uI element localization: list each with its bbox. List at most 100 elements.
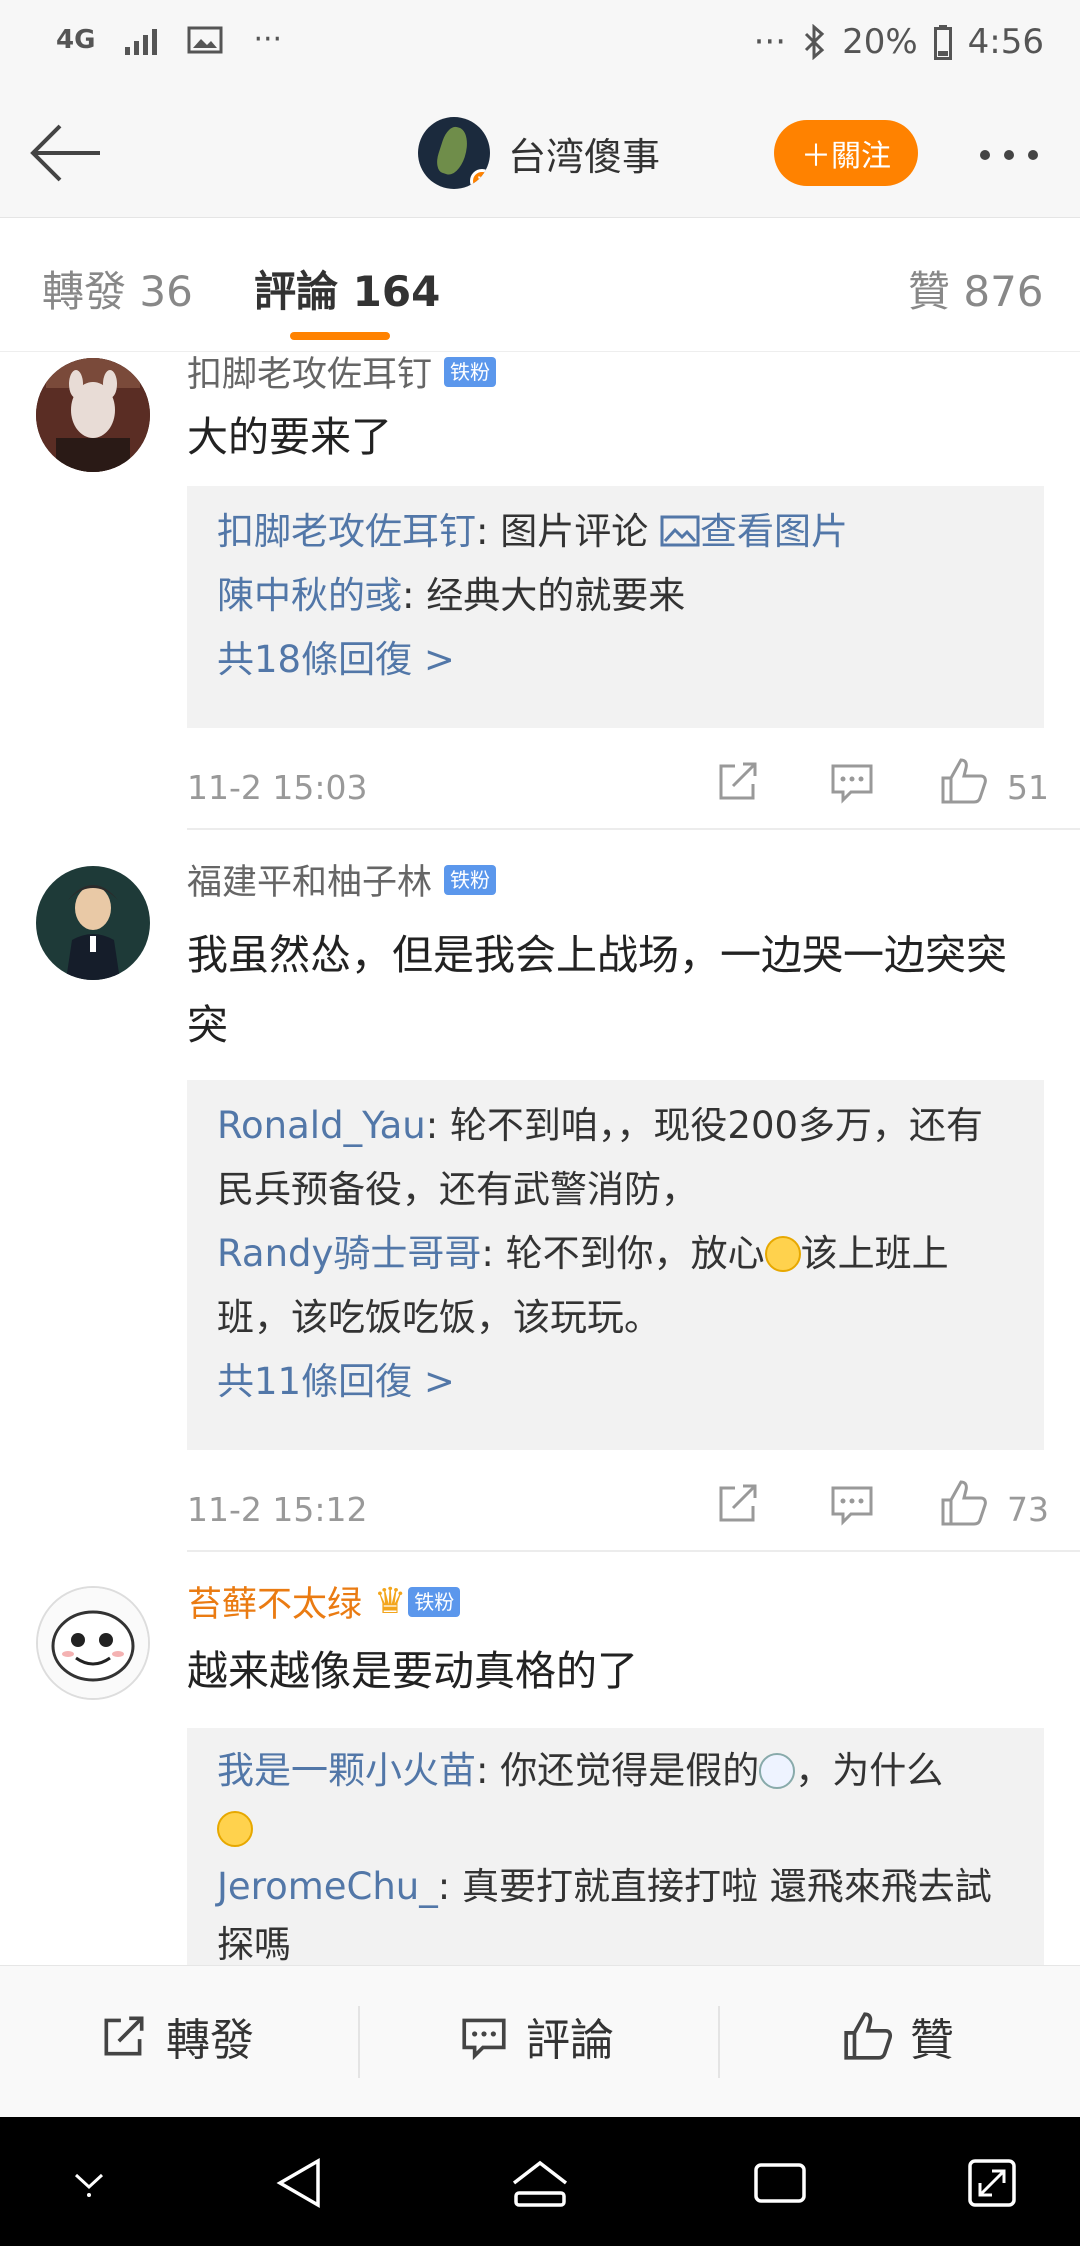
reply-text-continued: ，为什么 (795, 1749, 944, 1792)
reply-username[interactable]: Randy骑士哥哥 (217, 1232, 481, 1275)
divider (187, 828, 1080, 830)
comment-username[interactable]: 福建平和柚子林 铁粉 (187, 854, 497, 905)
like-icon[interactable] (939, 756, 989, 806)
tab-likes[interactable]: 贊 876 (908, 258, 1044, 319)
like-button[interactable]: 贊 (842, 2004, 954, 2068)
repost-button[interactable]: 轉發 (98, 2004, 254, 2068)
divider (187, 1550, 1080, 1552)
active-tab-indicator (290, 332, 390, 340)
repost-label: 轉發 (166, 2015, 254, 2066)
reply-username[interactable]: Ronald_Yau (217, 1104, 426, 1147)
avatar-image (36, 866, 150, 980)
comment-text: 我虽然怂，但是我会上战场，一边哭一边突突突 (187, 931, 1007, 1049)
recent-apps-icon[interactable] (750, 2155, 810, 2211)
drooling-emoji-icon (764, 1236, 801, 1272)
reply-line: Randy骑士哥哥: 轮不到你，放心 该上班上班，该吃饭吃饭，该玩玩。 (217, 1232, 949, 1339)
more-notifications-icon: ··· (253, 22, 283, 57)
back-nav-icon[interactable] (272, 2155, 328, 2211)
like-count: 73 (1007, 1490, 1049, 1529)
thumbs-up-icon (844, 2012, 893, 2060)
avatar-image (36, 358, 150, 472)
like-count: 51 (1007, 768, 1049, 807)
fan-badge: 铁粉 (408, 1586, 461, 1617)
hide-keyboard-icon[interactable] (66, 2155, 112, 2205)
reply-icon[interactable] (827, 1478, 877, 1528)
reply-text: 经典大的就要来 (426, 574, 686, 617)
back-arrow-icon[interactable] (26, 118, 106, 188)
reply-preview[interactable]: Ronald_Yau: 轮不到咱，，现役200多万，还有民兵预备役，还有武警消防… (187, 1080, 1044, 1450)
comment-item: 苔藓不太绿 ♛ 铁粉 越来越像是要动真格的了 我是一颗小火苗: 你还觉得是假的，… (0, 1580, 1080, 1965)
account-name[interactable]: 台湾傻事 (508, 126, 660, 181)
fan-badge: 铁粉 (444, 864, 497, 895)
tab-bar: 轉發 36 評論 164 贊 876 (0, 218, 1080, 352)
comment-meta: 11-2 15:12 73 (187, 1478, 1049, 1538)
reply-text: 轮不到你，放心 (505, 1232, 765, 1275)
comment-username[interactable]: 扣脚老攻佐耳钉 铁粉 (187, 346, 497, 397)
view-image-link[interactable]: 查看图片 (700, 510, 848, 553)
reply-text: 你还觉得是假的 (500, 1749, 760, 1792)
status-dots-icon: ··· (753, 22, 787, 62)
status-bar: 4G ··· ··· 20% 4:56 (0, 0, 1080, 90)
comment-text: 大的要来了 (187, 413, 392, 461)
tab-comments[interactable]: 評論 164 (254, 258, 440, 319)
reply-line: JeromeChu_: 真要打就直接打啦 還飛來飛去試探嗎 (217, 1865, 992, 1965)
avatar[interactable] (36, 358, 150, 472)
reply-line: 陳中秋的彧: 经典大的就要来 (217, 574, 686, 617)
username-text[interactable]: 扣脚老攻佐耳钉 (187, 346, 432, 397)
battery-percent: 20% (842, 22, 918, 62)
shocked-emoji-icon (759, 1753, 796, 1789)
gallery-notification-icon (187, 26, 223, 53)
clock: 4:56 (967, 22, 1044, 62)
laughing-emoji-icon (217, 1811, 253, 1847)
tab-reposts[interactable]: 轉發 36 (42, 258, 193, 319)
reply-preview[interactable]: 扣脚老攻佐耳钉: 图片评论 查看图片 陳中秋的彧: 经典大的就要来 共18條回復… (187, 486, 1044, 728)
repost-icon (104, 2016, 144, 2056)
battery-icon (933, 25, 952, 60)
username-text[interactable]: 福建平和柚子林 (187, 854, 432, 905)
home-nav-icon[interactable] (508, 2155, 572, 2211)
share-icon[interactable] (713, 1478, 763, 1528)
reply-icon[interactable] (827, 756, 877, 806)
account-header[interactable]: v 台湾傻事 (418, 117, 660, 189)
avatar[interactable] (36, 1586, 150, 1700)
avatar[interactable] (36, 866, 150, 980)
username-text[interactable]: 苔藓不太绿 (187, 1580, 362, 1627)
reply-line: 我是一颗小火苗: 你还觉得是假的 ，为什么 (217, 1742, 1014, 1858)
verified-icon: v (470, 169, 490, 189)
reply-username[interactable]: 我是一颗小火苗 (217, 1749, 476, 1792)
like-label: 贊 (910, 2015, 954, 2066)
like-icon[interactable] (939, 1478, 989, 1528)
reply-username[interactable]: 陳中秋的彧 (217, 574, 402, 617)
view-all-replies-link[interactable]: 共11條回復 > (217, 1350, 1014, 1414)
network-indicator: 4G (56, 24, 96, 55)
comment-username[interactable]: 苔藓不太绿 ♛ 铁粉 (187, 1580, 461, 1627)
reply-line: 扣脚老攻佐耳钉: 图片评论 查看图片 (217, 510, 848, 553)
fan-badge: 铁粉 (444, 356, 497, 387)
view-all-replies-link[interactable]: 共18條回復 > (217, 628, 1014, 692)
comment-date: 11-2 15:12 (187, 1490, 368, 1529)
separator (358, 2006, 360, 2078)
comment-label: 評論 (526, 2015, 614, 2066)
top-navigation: v 台湾傻事 ＋關注 (0, 90, 1080, 218)
share-icon[interactable] (713, 756, 763, 806)
comment-icon (462, 2018, 506, 2061)
comment-date: 11-2 15:03 (187, 768, 368, 807)
follow-button[interactable]: ＋關注 (774, 120, 918, 186)
reply-line: Ronald_Yau: 轮不到咱，，现役200多万，还有民兵预备役，还有武警消防… (217, 1104, 984, 1211)
expand-icon[interactable] (964, 2155, 1020, 2211)
bottom-action-bar: 轉發 評論 贊 (0, 1965, 1080, 2117)
account-avatar[interactable]: v (418, 117, 490, 189)
more-options-icon[interactable] (980, 150, 1038, 160)
comment-button[interactable]: 評論 (458, 2004, 614, 2068)
image-icon[interactable] (660, 514, 700, 548)
signal-icon (125, 25, 158, 55)
system-navigation-bar (0, 2117, 1080, 2246)
reply-username[interactable]: JeromeChu_ (217, 1865, 438, 1908)
comment-item: 福建平和柚子林 铁粉 我虽然怂，但是我会上战场，一边哭一边突突突 Ronald_… (0, 858, 1080, 1558)
comment-text: 越来越像是要动真格的了 (187, 1647, 638, 1695)
separator (718, 2006, 720, 2078)
reply-username[interactable]: 扣脚老攻佐耳钉 (217, 510, 476, 553)
vip-crown-icon: ♛ (374, 1581, 407, 1622)
comment-item: 扣脚老攻佐耳钉 铁粉 大的要来了 扣脚老攻佐耳钉: 图片评论 查看图片 陳中秋的… (0, 352, 1080, 832)
reply-preview[interactable]: 我是一颗小火苗: 你还觉得是假的 ，为什么 JeromeChu_: 真要打就直接打… (187, 1728, 1044, 1965)
